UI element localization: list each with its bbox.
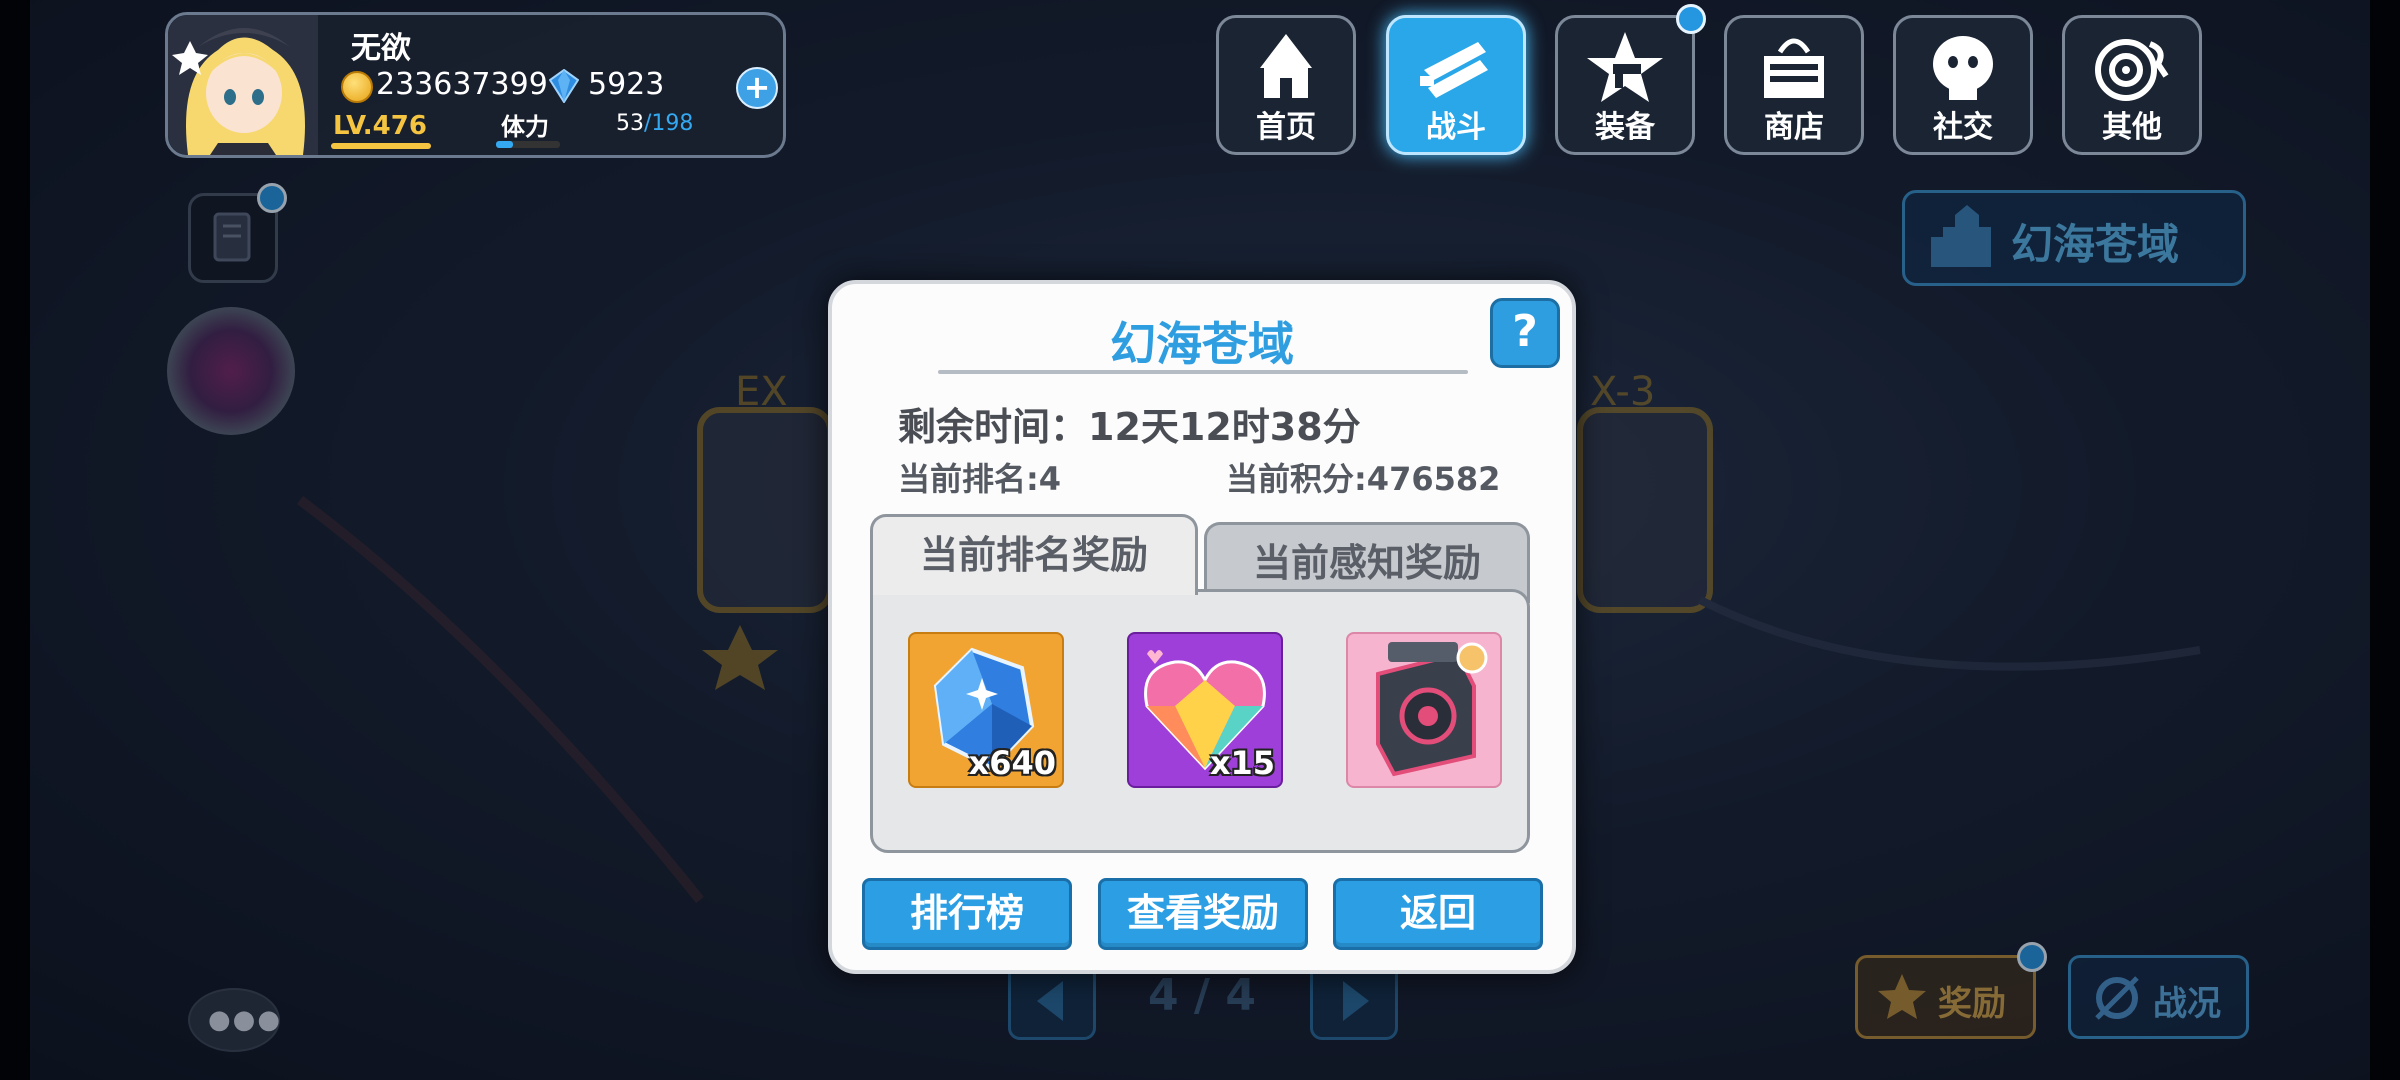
stamina-label: 体力	[501, 113, 549, 141]
battle-swords-icon	[1420, 42, 1488, 98]
reward-qty: x640	[968, 744, 1056, 782]
home-house-icon	[1260, 34, 1312, 98]
dialog-title: 幻海苍域	[1110, 317, 1294, 371]
nav-social[interactable]: 社交	[1893, 15, 2033, 155]
diamond-gem-icon	[549, 69, 579, 103]
gem-amount: 5923	[588, 67, 665, 102]
reward-item-heart-gem[interactable]: x15	[1127, 632, 1283, 788]
nav-other[interactable]: 其他	[2062, 15, 2202, 155]
leaderboard-button[interactable]: 排行榜	[862, 878, 1072, 950]
nav-social-label: 社交	[1933, 110, 1993, 145]
current-rank: 当前排名:4	[898, 460, 1062, 498]
player-avatar[interactable]	[168, 15, 318, 155]
gold-coin-icon	[341, 71, 373, 103]
player-info-panel[interactable]: 无欲 233637399 5923 + LV.476 体力 53/198	[165, 12, 786, 158]
nav-equipment-label: 装备	[1595, 110, 1655, 145]
player-level: LV.476	[333, 111, 427, 141]
nav-battle[interactable]: 战斗	[1386, 15, 1526, 155]
nav-home[interactable]: 首页	[1216, 15, 1356, 155]
back-button[interactable]: 返回	[1333, 878, 1543, 950]
event-dialog: 幻海苍域 ? 剩余时间：12天12时38分 当前排名:4 当前积分:476582…	[828, 280, 1576, 974]
gold-amount: 233637399	[376, 67, 548, 102]
player-name: 无欲	[351, 31, 411, 66]
stamina-bar	[496, 141, 560, 148]
nav-shop-label: 商店	[1764, 110, 1824, 145]
question-mark-icon: ?	[1512, 306, 1538, 357]
view-rewards-button[interactable]: 查看奖励	[1098, 878, 1308, 950]
title-divider	[938, 370, 1468, 374]
other-target-icon	[2095, 39, 2169, 101]
game-screen: EX X-3 幻海苍域 ●●● 4 / 4 奖励 战况 无欲 233637399…	[0, 0, 2400, 1080]
nav-equipment[interactable]: 装备	[1555, 15, 1695, 155]
reward-qty: x15	[1209, 744, 1275, 782]
nav-home-label: 首页	[1256, 110, 1316, 145]
reward-panel: x640 x15	[870, 589, 1530, 853]
nav-shop[interactable]: 商店	[1724, 15, 1864, 155]
nav-other-label: 其他	[2102, 110, 2162, 145]
equipment-notification-dot	[1676, 4, 1706, 34]
remaining-time: 剩余时间：12天12时38分	[898, 405, 1361, 449]
stamina-value: 53/198	[616, 111, 694, 136]
plus-icon: +	[743, 68, 771, 106]
avatar-portrait	[168, 15, 318, 155]
tab-rank-reward[interactable]: 当前排名奖励	[870, 514, 1198, 595]
shop-basket-icon	[1764, 38, 1824, 98]
reward-item-device[interactable]	[1346, 632, 1502, 788]
pink-machine-device-icon	[1376, 642, 1488, 777]
current-score: 当前积分:476582	[1226, 460, 1501, 498]
level-progress-bar	[331, 143, 431, 149]
help-button[interactable]: ?	[1490, 298, 1560, 368]
social-ghost-icon	[1933, 36, 1993, 100]
nav-battle-label: 战斗	[1426, 110, 1486, 145]
add-currency-button[interactable]: +	[736, 67, 778, 109]
equipment-star-gun-icon	[1587, 32, 1663, 102]
reward-item-crystal[interactable]: x640	[908, 632, 1064, 788]
